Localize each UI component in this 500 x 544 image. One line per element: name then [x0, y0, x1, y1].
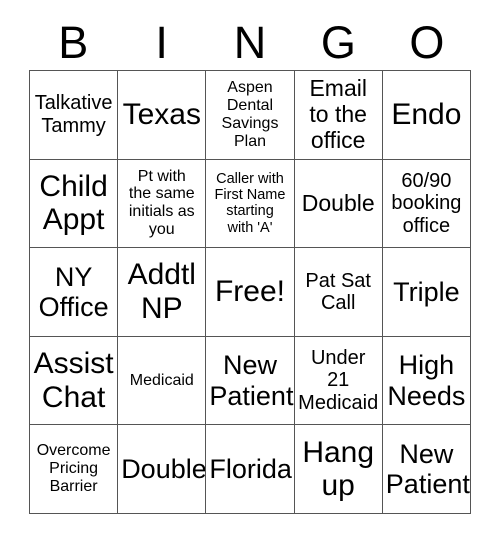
bingo-cell-r1-c1[interactable]: Talkative Tammy — [30, 71, 119, 160]
bingo-cell-label: Double — [121, 454, 207, 485]
bingo-cell-r1-c2[interactable]: Texas — [118, 71, 207, 160]
bingo-cell-label: High Needs — [387, 350, 466, 411]
bingo-cell-label: Pt with the same initials as you — [128, 167, 195, 239]
bingo-cell-label: Texas — [122, 98, 201, 131]
bingo-header-letter-o: O — [409, 16, 445, 68]
bingo-cell-r2-c3[interactable]: Caller with First Name starting with 'A' — [206, 159, 295, 249]
bingo-header-letter-g: G — [320, 16, 356, 68]
bingo-cell-r4-c2[interactable]: Medicaid — [118, 336, 207, 426]
bingo-free-cell[interactable]: Free! — [206, 248, 295, 337]
bingo-cell-label: Medicaid — [129, 371, 194, 389]
bingo-cell-r5-c3[interactable]: Florida — [206, 425, 295, 514]
bingo-cell-label: Free! — [214, 275, 285, 309]
bingo-header-letter-b: B — [58, 16, 89, 68]
bingo-cell-r5-c2[interactable]: Double — [118, 425, 207, 514]
bingo-cell-r3-c4[interactable]: Pat Sat Call — [294, 248, 383, 337]
bingo-cell-r2-c1[interactable]: Child Appt — [30, 159, 119, 249]
bingo-cell-label: Caller with First Name starting with 'A' — [214, 170, 286, 236]
bingo-cell-label: New Patient — [209, 350, 294, 411]
bingo-cell-label: Email to the office — [309, 75, 367, 153]
bingo-cell-label: 60/90 booking office — [391, 169, 462, 237]
bingo-cell-label: Assist Chat — [33, 347, 114, 414]
bingo-cell-r3-c2[interactable]: Addtl NP — [118, 248, 207, 337]
bingo-cell-label: Addtl NP — [127, 258, 196, 325]
bingo-cell-r1-c4[interactable]: Email to the office — [294, 71, 383, 160]
bingo-header-row: BINGO — [29, 14, 471, 70]
bingo-cell-r3-c1[interactable]: NY Office — [30, 248, 119, 337]
bingo-cell-label: Aspen Dental Savings Plan — [221, 78, 279, 150]
bingo-cell-label: Under 21 Medicaid — [298, 347, 379, 414]
bingo-grid: Talkative Tammy Texas Aspen Dental Savings… — [29, 70, 471, 514]
bingo-cell-r3-c5[interactable]: Triple — [382, 248, 471, 337]
bingo-cell-label: Florida — [209, 454, 292, 485]
bingo-cell-r5-c4[interactable]: Hang up — [294, 425, 383, 514]
bingo-cell-r5-c1[interactable]: Overcome Pricing Barrier — [30, 425, 119, 514]
bingo-cell-label: New Patient — [385, 438, 470, 500]
bingo-cell-r5-c5[interactable]: New Patient — [382, 425, 471, 514]
bingo-cell-label: Pat Sat Call — [305, 269, 371, 314]
bingo-cell-r2-c5[interactable]: 60/90 booking office — [382, 159, 471, 249]
bingo-header-letter-i: I — [155, 16, 168, 68]
bingo-card: B I N G O Talkative Tammy Texas Aspen Dental S… — [0, 0, 500, 544]
bingo-cell-r1-c5[interactable]: Endo — [382, 71, 471, 160]
bingo-cell-label: Triple — [393, 276, 460, 307]
bingo-cell-label: Double — [301, 189, 375, 216]
bingo-cell-r1-c3[interactable]: Aspen Dental Savings Plan — [206, 71, 295, 160]
bingo-cell-r2-c4[interactable]: Double — [294, 159, 383, 249]
bingo-header-letter-n: N — [233, 16, 267, 68]
bingo-cell-label: Endo — [391, 98, 462, 131]
bingo-cell-r2-c2[interactable]: Pt with the same initials as you — [118, 159, 207, 249]
bingo-cell-r4-c3[interactable]: New Patient — [206, 336, 295, 426]
bingo-cell-label: Overcome Pricing Barrier — [36, 442, 111, 496]
bingo-cell-label: Child Appt — [39, 169, 108, 237]
bingo-cell-label: NY Office — [38, 261, 109, 322]
bingo-cell-label: Hang up — [302, 435, 375, 503]
bingo-cell-r4-c4[interactable]: Under 21 Medicaid — [294, 336, 383, 426]
bingo-cell-label: Talkative Tammy — [34, 92, 113, 137]
bingo-cell-r4-c1[interactable]: Assist Chat — [30, 336, 119, 426]
bingo-cell-r4-c5[interactable]: High Needs — [382, 336, 471, 426]
